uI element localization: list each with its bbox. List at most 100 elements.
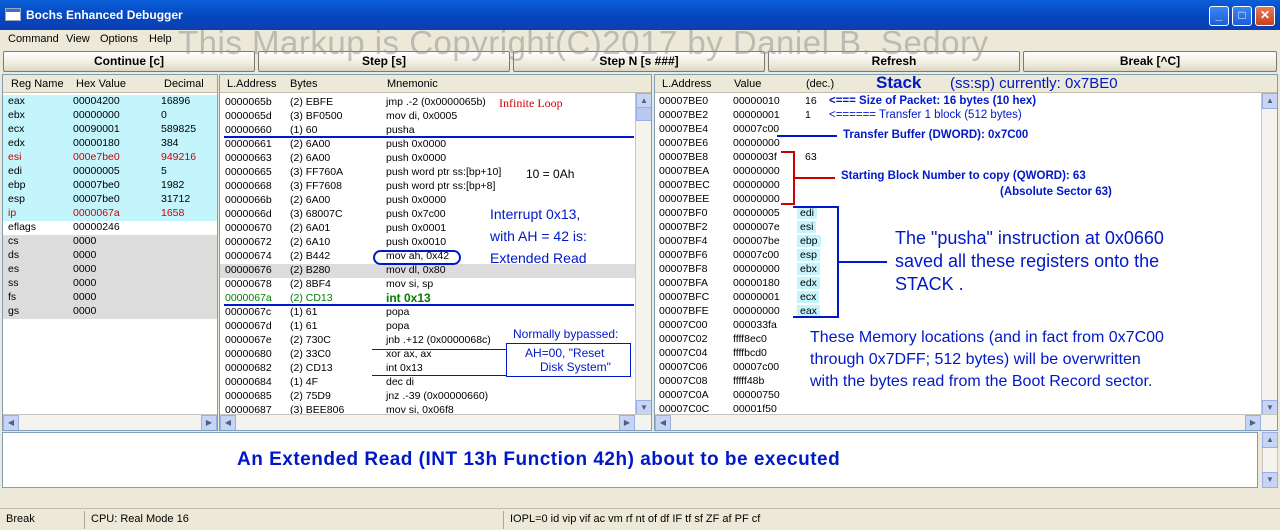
disasm-row[interactable]: 00000684 (1) 4F dec di bbox=[220, 376, 635, 390]
reg-name: gs bbox=[8, 305, 20, 317]
scroll-up-icon[interactable]: ▲ bbox=[1262, 432, 1278, 448]
disasm-row[interactable]: 0000065d (3) BF0500 mov di, 0x0005 bbox=[220, 110, 635, 124]
stack-row[interactable]: 00007BE6 00000000 bbox=[655, 137, 855, 151]
register-row[interactable]: ip 0000067a 1658 bbox=[3, 207, 217, 221]
stack-panel[interactable]: L.Address Value (dec.) Stack (ss:sp) cur… bbox=[654, 74, 1278, 431]
break-button[interactable]: Break [^C] bbox=[1023, 51, 1277, 72]
register-row[interactable]: edx 00000180 384 bbox=[3, 137, 217, 151]
continue-button[interactable]: Continue [c] bbox=[3, 51, 255, 72]
menu-view[interactable]: View bbox=[66, 33, 90, 45]
disasm-addr: 00000678 bbox=[225, 278, 272, 290]
col-bytes[interactable]: Bytes bbox=[290, 78, 318, 90]
registers-hscroll[interactable]: ◀ ▶ bbox=[3, 414, 217, 430]
stack-row[interactable]: 00007BE2 00000001 1 bbox=[655, 109, 855, 123]
stack-vscroll[interactable]: ▲ ▼ bbox=[1261, 93, 1277, 416]
disasm-row[interactable]: 00000676 (2) B280 mov dl, 0x80 bbox=[220, 264, 635, 278]
abs-sector-note: (Absolute Sector 63) bbox=[1000, 186, 1112, 198]
stack-value: 00000000 bbox=[733, 305, 780, 317]
step-n-button[interactable]: Step N [s ###] bbox=[513, 51, 765, 72]
menu-help[interactable]: Help bbox=[149, 33, 172, 45]
disasm-row[interactable]: 0000065b (2) EBFE jmp .-2 (0x0000065b) bbox=[220, 96, 635, 110]
register-row[interactable]: ds 0000 bbox=[3, 249, 217, 263]
col-mnemonic[interactable]: Mnemonic bbox=[387, 78, 438, 90]
output-window[interactable]: An Extended Read (INT 13h Function 42h) … bbox=[2, 432, 1258, 488]
disasm-bytes: (2) 6A00 bbox=[290, 152, 331, 164]
scroll-right-icon[interactable]: ▶ bbox=[619, 415, 635, 430]
mov-ah-circle bbox=[373, 250, 461, 265]
disasm-mnemonic: push word ptr ss:[bp+8] bbox=[386, 180, 496, 192]
scroll-down-icon[interactable]: ▼ bbox=[1262, 472, 1278, 488]
col-reg-name[interactable]: Reg Name bbox=[11, 78, 64, 90]
stack-row[interactable]: 00007BEC 00000000 bbox=[655, 179, 855, 193]
register-row[interactable]: esp 00007be0 31712 bbox=[3, 193, 217, 207]
scroll-up-icon[interactable]: ▲ bbox=[1262, 93, 1277, 109]
stack-value: 00000010 bbox=[733, 95, 780, 107]
scroll-thumb[interactable] bbox=[636, 107, 651, 121]
register-row[interactable]: ss 0000 bbox=[3, 277, 217, 291]
disasm-bytes: (2) 6A01 bbox=[290, 222, 331, 234]
minimize-button[interactable]: _ bbox=[1209, 6, 1229, 26]
stack-value: 0000003f bbox=[733, 151, 777, 163]
col-stack-laddress[interactable]: L.Address bbox=[662, 78, 712, 90]
col-stack-dec[interactable]: (dec.) bbox=[806, 78, 834, 90]
step-button[interactable]: Step [s] bbox=[258, 51, 510, 72]
stack-addr: 00007BEE bbox=[659, 193, 710, 205]
reg-name: ebp bbox=[8, 179, 26, 191]
maximize-button[interactable]: □ bbox=[1232, 6, 1252, 26]
scroll-right-icon[interactable]: ▶ bbox=[1245, 415, 1261, 430]
menu-command[interactable]: Command bbox=[8, 33, 59, 45]
stack-row[interactable]: 00007BE8 0000003f 63 bbox=[655, 151, 855, 165]
stack-addr: 00007C06 bbox=[659, 361, 708, 373]
refresh-button[interactable]: Refresh bbox=[768, 51, 1020, 72]
scroll-left-icon[interactable]: ◀ bbox=[655, 415, 671, 430]
stack-addr: 00007BF4 bbox=[659, 235, 708, 247]
scroll-left-icon[interactable]: ◀ bbox=[3, 415, 19, 430]
interrupt-note-3: Extended Read bbox=[490, 250, 587, 266]
register-row[interactable]: es 0000 bbox=[3, 263, 217, 277]
close-button[interactable]: ✕ bbox=[1255, 6, 1275, 26]
disassembly-vscroll[interactable]: ▲ ▼ bbox=[635, 93, 651, 416]
stack-title: Stack bbox=[876, 74, 922, 92]
register-row[interactable]: ebx 00000000 0 bbox=[3, 109, 217, 123]
bypass-line-bottom bbox=[372, 375, 506, 376]
disasm-row[interactable]: 0000067c (1) 61 popa bbox=[220, 306, 635, 320]
disasm-row[interactable]: 00000663 (2) 6A00 push 0x0000 bbox=[220, 152, 635, 166]
scroll-right-icon[interactable]: ▶ bbox=[201, 415, 217, 430]
reg-hex: 00000000 bbox=[73, 109, 120, 121]
register-row[interactable]: eflags 00000246 bbox=[3, 221, 217, 235]
register-row[interactable]: cs 0000 bbox=[3, 235, 217, 249]
transfer-buffer-line bbox=[777, 135, 837, 137]
col-hex-value[interactable]: Hex Value bbox=[76, 78, 126, 90]
stack-row[interactable]: 00007BEE 00000000 bbox=[655, 193, 855, 207]
disasm-row[interactable]: 00000685 (2) 75D9 jnz .-39 (0x00000660) bbox=[220, 390, 635, 404]
menu-options[interactable]: Options bbox=[100, 33, 138, 45]
register-row[interactable]: ecx 00090001 589825 bbox=[3, 123, 217, 137]
disasm-row[interactable]: 00000661 (2) 6A00 push 0x0000 bbox=[220, 138, 635, 152]
register-row[interactable]: esi 000e7be0 949216 bbox=[3, 151, 217, 165]
disasm-addr: 0000065d bbox=[225, 110, 272, 122]
register-row[interactable]: ebp 00007be0 1982 bbox=[3, 179, 217, 193]
stack-row[interactable]: 00007BE0 00000010 16 bbox=[655, 95, 855, 109]
col-stack-value[interactable]: Value bbox=[734, 78, 761, 90]
register-row[interactable]: edi 00000005 5 bbox=[3, 165, 217, 179]
disassembly-hscroll[interactable]: ◀ ▶ bbox=[220, 414, 651, 430]
register-row[interactable]: eax 00004200 16896 bbox=[3, 95, 217, 109]
disasm-row[interactable]: 00000668 (3) FF7608 push word ptr ss:[bp+8… bbox=[220, 180, 635, 194]
register-row[interactable]: fs 0000 bbox=[3, 291, 217, 305]
register-row[interactable]: gs 0000 bbox=[3, 305, 217, 319]
reg-name: ss bbox=[8, 277, 19, 289]
stack-addr: 00007C04 bbox=[659, 347, 708, 359]
stack-row[interactable]: 00007C0A 00000750 bbox=[655, 389, 855, 403]
output-vscroll[interactable]: ▲ ▼ bbox=[1262, 432, 1278, 488]
disasm-mnemonic: jnz .-39 (0x00000660) bbox=[386, 390, 489, 402]
pusha-bracket bbox=[793, 206, 839, 318]
disasm-addr: 00000663 bbox=[225, 152, 272, 164]
registers-panel[interactable]: Reg Name Hex Value Decimal eax 00004200 16… bbox=[2, 74, 218, 431]
col-laddress[interactable]: L.Address bbox=[227, 78, 277, 90]
disasm-row[interactable]: 00000678 (2) 8BF4 mov si, sp bbox=[220, 278, 635, 292]
col-decimal[interactable]: Decimal bbox=[164, 78, 204, 90]
app-icon bbox=[5, 8, 21, 21]
disassembly-panel[interactable]: L.Address Bytes Mnemonic 0000065b (2) EBF… bbox=[219, 74, 652, 431]
scroll-left-icon[interactable]: ◀ bbox=[220, 415, 236, 430]
stack-hscroll[interactable]: ◀ ▶ bbox=[655, 414, 1277, 430]
